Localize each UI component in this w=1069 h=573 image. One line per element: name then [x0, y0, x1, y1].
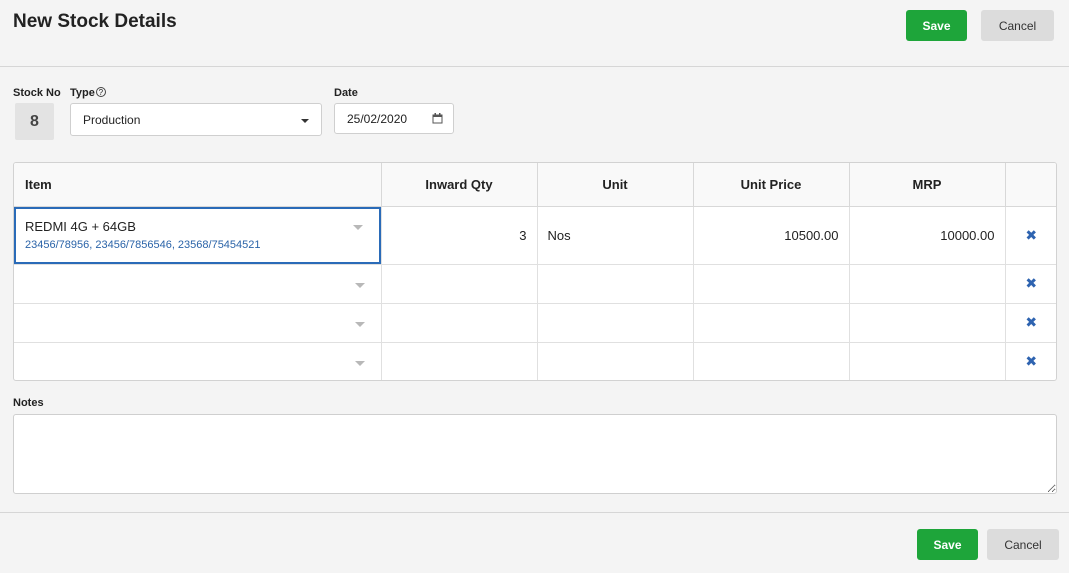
caret-down-icon: [301, 119, 309, 123]
delete-cell: ✖: [1005, 303, 1057, 343]
column-header-item: Item: [14, 163, 382, 207]
item-select[interactable]: REDMI 4G + 64GB 23456/78956, 23456/78565…: [14, 206, 381, 264]
mrp-cell[interactable]: [849, 303, 1006, 343]
mrp-cell[interactable]: 10000.00: [849, 206, 1006, 265]
type-label: Type?: [70, 87, 106, 99]
inward-qty-cell[interactable]: 3: [381, 206, 538, 265]
unit-cell[interactable]: [537, 303, 694, 343]
table-row: ✖: [14, 303, 1057, 343]
stock-no-value: 8: [15, 103, 54, 140]
delete-cell: ✖: [1005, 264, 1057, 304]
item-select-cell[interactable]: [14, 303, 382, 343]
inward-qty-cell[interactable]: [381, 264, 538, 304]
notes-textarea[interactable]: [13, 414, 1057, 494]
delete-row-icon[interactable]: ✖: [1006, 227, 1057, 244]
caret-down-icon: [354, 321, 365, 327]
column-header-mrp: MRP: [849, 163, 1006, 207]
delete-cell: ✖: [1005, 206, 1057, 265]
caret-down-icon: [354, 282, 365, 288]
type-select[interactable]: Production: [70, 103, 322, 136]
type-label-text: Type: [70, 87, 95, 99]
page-header: New Stock Details Save Cancel: [0, 0, 1069, 67]
date-label: Date: [334, 87, 358, 99]
inward-qty-cell[interactable]: [381, 303, 538, 343]
table-row: ✖: [14, 342, 1057, 380]
mrp-cell[interactable]: [849, 342, 1006, 380]
date-value: 25/02/2020: [347, 111, 408, 126]
unit-cell[interactable]: [537, 342, 694, 380]
page-title: New Stock Details: [13, 11, 177, 32]
date-input[interactable]: 25/02/2020: [334, 103, 454, 134]
caret-down-icon: [354, 360, 365, 366]
delete-row-icon[interactable]: ✖: [1006, 353, 1057, 370]
caret-down-icon: [352, 224, 363, 230]
item-select-cell[interactable]: [14, 342, 382, 380]
notes-label: Notes: [13, 397, 44, 409]
table-header-row: Item Inward Qty Unit Unit Price MRP: [14, 163, 1056, 207]
unit-price-cell[interactable]: [693, 303, 850, 343]
column-header-inward-qty: Inward Qty: [381, 163, 538, 207]
mrp-cell[interactable]: [849, 264, 1006, 304]
page-footer: Save Cancel: [0, 512, 1069, 573]
item-serial-numbers[interactable]: 23456/78956, 23456/7856546, 23568/754545…: [25, 239, 370, 251]
item-select-cell[interactable]: REDMI 4G + 64GB 23456/78956, 23456/78565…: [14, 206, 382, 265]
column-header-unit: Unit: [537, 163, 694, 207]
unit-cell[interactable]: Nos: [537, 206, 694, 265]
table-row: REDMI 4G + 64GB 23456/78956, 23456/78565…: [14, 206, 1057, 265]
save-button-top[interactable]: Save: [906, 10, 967, 41]
delete-cell: ✖: [1005, 342, 1057, 380]
unit-price-cell[interactable]: [693, 264, 850, 304]
save-button-bottom[interactable]: Save: [917, 529, 978, 560]
question-circle-icon[interactable]: ?: [95, 87, 106, 97]
unit-price-cell[interactable]: [693, 342, 850, 380]
unit-cell[interactable]: [537, 264, 694, 304]
delete-row-icon[interactable]: ✖: [1006, 275, 1057, 292]
item-name: REDMI 4G + 64GB: [25, 218, 136, 234]
stock-no-label: Stock No: [13, 87, 61, 99]
type-select-value: Production: [83, 112, 141, 127]
cancel-button-top[interactable]: Cancel: [981, 10, 1054, 41]
table-row: ✖: [14, 264, 1057, 304]
item-select-cell[interactable]: [14, 264, 382, 304]
column-header-unit-price: Unit Price: [693, 163, 850, 207]
column-header-actions: [1005, 163, 1056, 207]
cancel-button-bottom[interactable]: Cancel: [987, 529, 1059, 560]
stock-items-table: Item Inward Qty Unit Unit Price MRP REDM…: [13, 162, 1057, 381]
calendar-icon[interactable]: [432, 113, 443, 124]
delete-row-icon[interactable]: ✖: [1006, 314, 1057, 331]
unit-price-cell[interactable]: 10500.00: [693, 206, 850, 265]
inward-qty-cell[interactable]: [381, 342, 538, 380]
